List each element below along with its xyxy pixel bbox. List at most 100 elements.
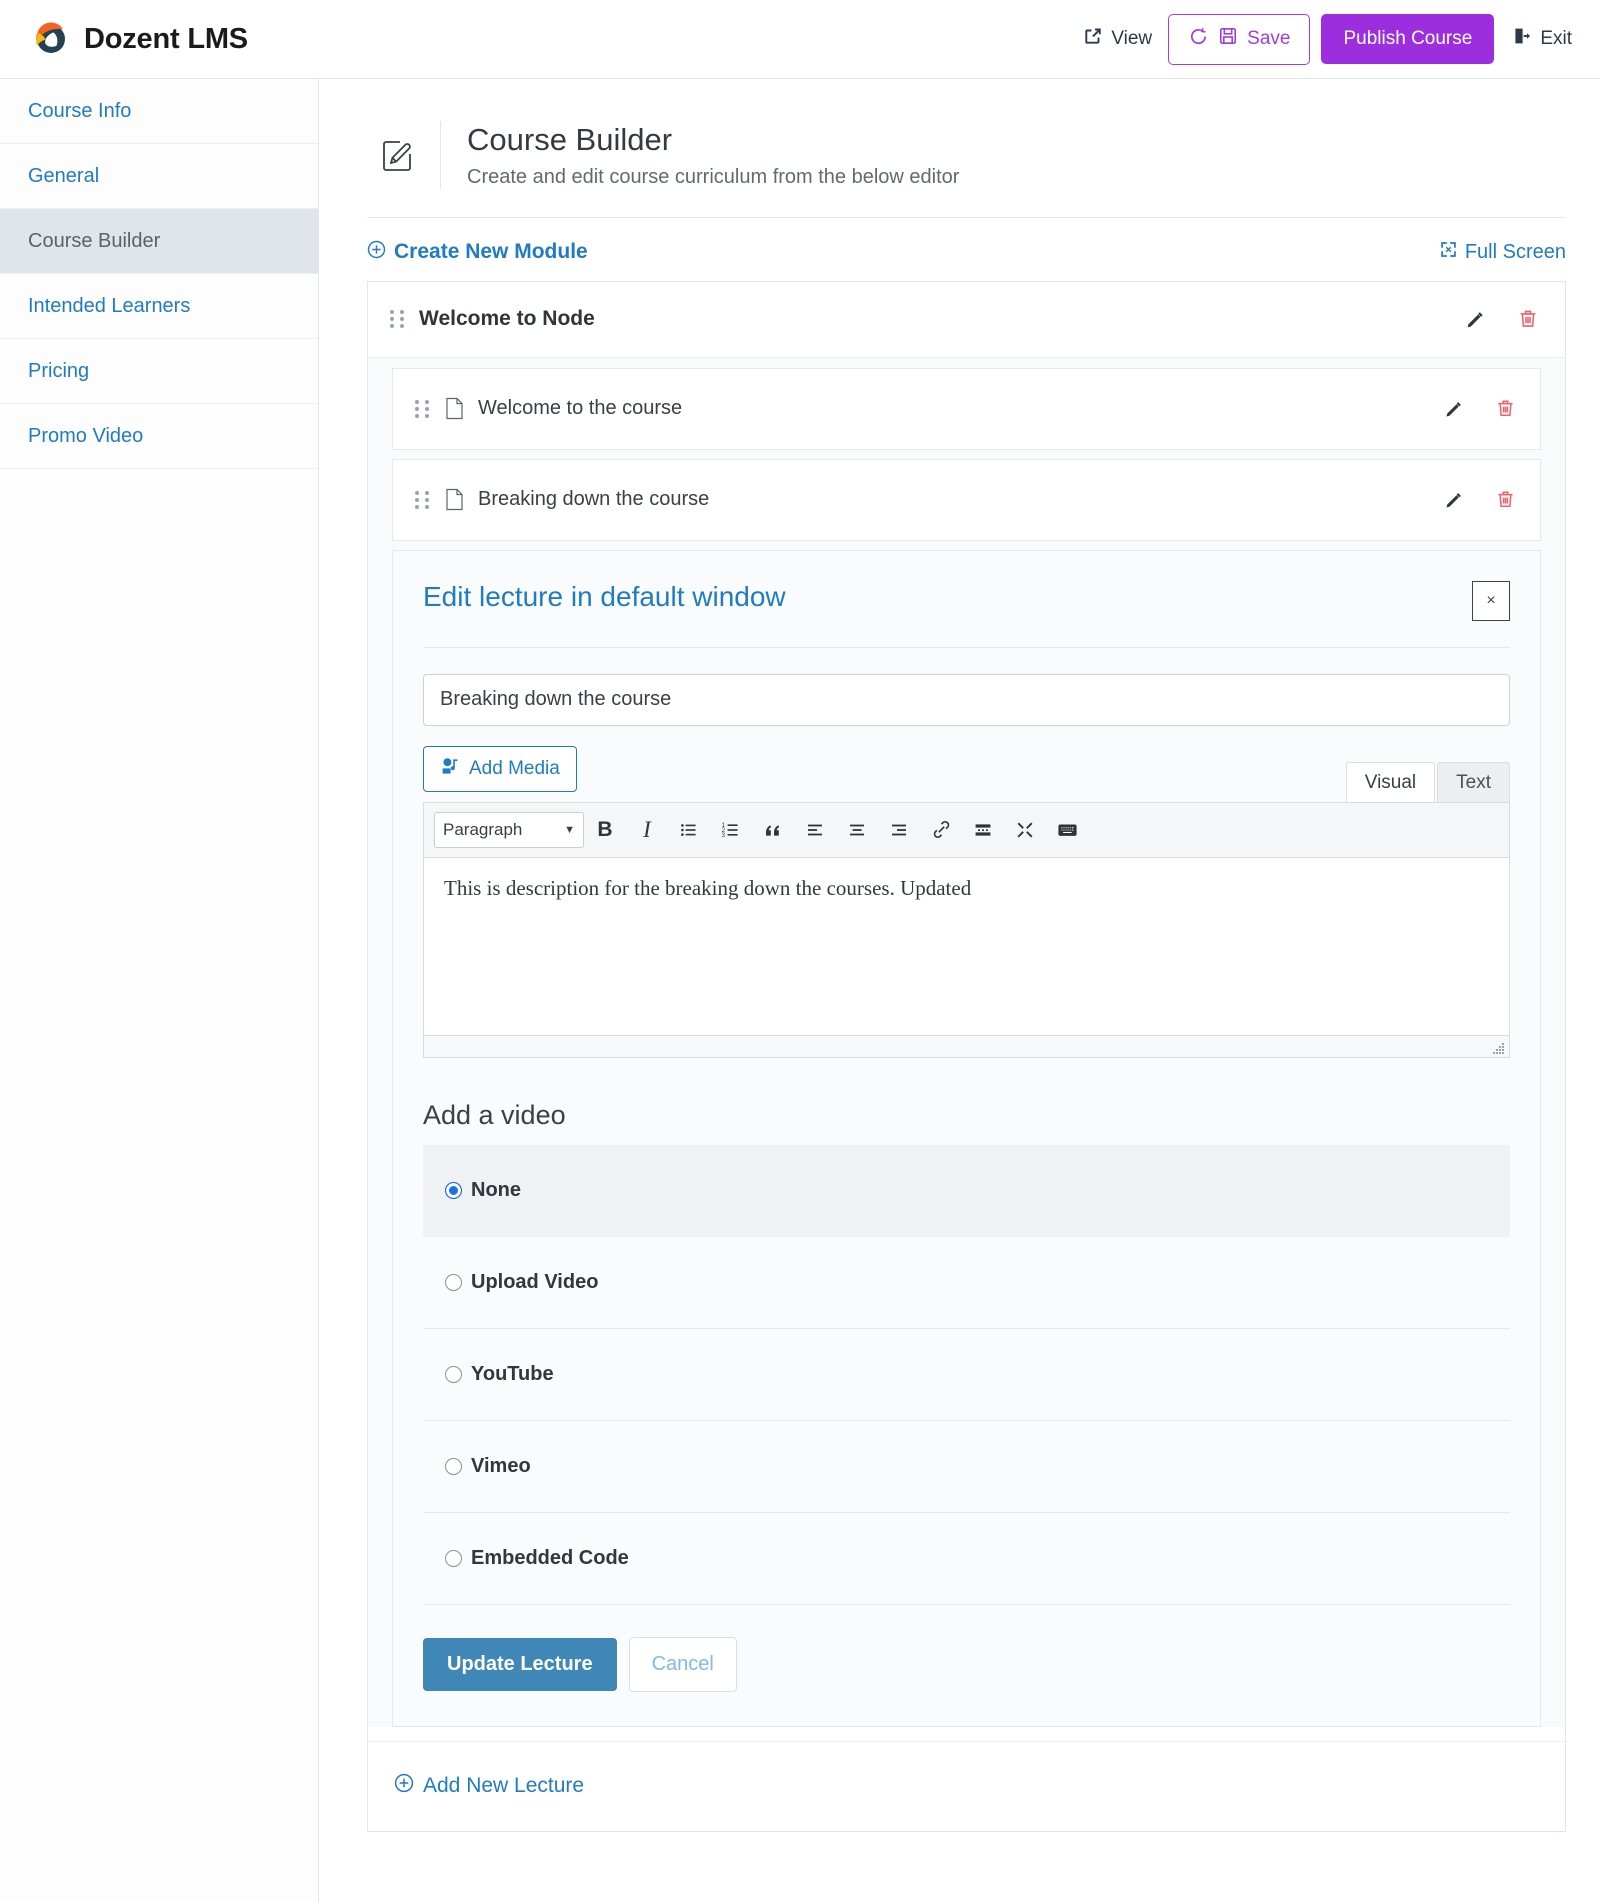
editor-mode-tabs: Visual Text [1345, 761, 1510, 802]
brand: Dozent LMS [32, 20, 248, 58]
lecture-row[interactable]: Welcome to the course [392, 367, 1541, 450]
update-lecture-button[interactable]: Update Lecture [423, 1637, 617, 1691]
exit-button[interactable]: Exit [1506, 18, 1578, 60]
radio-icon[interactable] [445, 1273, 462, 1291]
exit-label: Exit [1540, 28, 1572, 49]
distraction-free-icon[interactable] [1004, 811, 1046, 849]
lecture-title: Welcome to the course [478, 397, 683, 420]
header-actions: View Save Publish Course Exit [1077, 13, 1578, 65]
builder-action-row: Create New Module Full Screen [367, 218, 1566, 281]
video-option-label: Vimeo [471, 1454, 531, 1477]
save-button[interactable]: Save [1168, 13, 1311, 65]
plus-circle-icon [367, 240, 386, 265]
module-drag-handle-icon[interactable] [390, 310, 404, 329]
radio-icon[interactable] [445, 1457, 462, 1475]
lecture-title: Breaking down the course [478, 488, 710, 511]
edit-module-pencil-icon[interactable] [1465, 308, 1487, 330]
page-subtitle: Create and edit course curriculum from t… [467, 165, 960, 188]
insert-link-icon[interactable] [920, 811, 962, 849]
sidebar-item-pricing[interactable]: Pricing [0, 339, 318, 404]
expand-arrows-icon [1439, 240, 1458, 265]
edit-panel-header: Edit lecture in default window × [423, 580, 1510, 621]
panel-action-row: Update Lecture Cancel [423, 1636, 1510, 1692]
video-option-embedded-code[interactable]: Embedded Code [423, 1513, 1510, 1605]
editor-format-toolbar: Paragraph ▼ B I 1 2 3 [423, 802, 1510, 858]
sidebar-item-course-info[interactable]: Course Info [0, 79, 318, 144]
align-left-icon[interactable] [794, 811, 836, 849]
svg-text:3: 3 [722, 833, 726, 839]
video-source-radio-group: None Upload Video YouTube Vimeo Embedded… [423, 1144, 1510, 1605]
document-icon [445, 488, 464, 511]
edit-lecture-panel: Edit lecture in default window × Breakin… [392, 549, 1541, 1727]
floppy-disk-icon [1218, 26, 1238, 52]
sidebar-item-promo-video[interactable]: Promo Video [0, 404, 318, 469]
document-icon [445, 397, 464, 420]
block-format-select[interactable]: Paragraph ▼ [434, 811, 584, 848]
chevron-down-icon: ▼ [564, 823, 575, 836]
edit-panel-title: Edit lecture in default window [423, 580, 786, 612]
sidebar-item-course-builder[interactable]: Course Builder [0, 209, 318, 274]
add-media-button[interactable]: Add Media [423, 745, 577, 792]
bold-icon[interactable]: B [584, 811, 626, 849]
module-card: Welcome to Node Welcome to the course Br… [367, 280, 1566, 1832]
tab-text[interactable]: Text [1437, 761, 1510, 802]
page-header: Course Builder Create and edit course cu… [367, 79, 1566, 218]
full-screen-button[interactable]: Full Screen [1439, 240, 1566, 265]
lecture-drag-handle-icon[interactable] [415, 399, 429, 418]
editor-status-bar [423, 1035, 1510, 1058]
lecture-title-input[interactable] [423, 673, 1510, 726]
sidebar-item-intended-learners[interactable]: Intended Learners [0, 274, 318, 339]
dozent-logo-icon [32, 20, 70, 58]
add-new-lecture-button[interactable]: Add New Lecture [394, 1773, 584, 1799]
wp-editor: Add Media Visual Text Paragraph ▼ B I 1 … [423, 745, 1510, 1058]
video-option-none[interactable]: None [423, 1144, 1510, 1237]
create-new-module-button[interactable]: Create New Module [367, 240, 588, 265]
delete-module-trash-icon[interactable] [1517, 308, 1539, 330]
align-right-icon[interactable] [878, 811, 920, 849]
page-header-text: Course Builder Create and edit course cu… [441, 121, 959, 189]
radio-icon[interactable] [445, 1365, 462, 1383]
edit-square-pencil-icon [367, 121, 441, 189]
view-button[interactable]: View [1077, 18, 1168, 60]
sidebar-item-general[interactable]: General [0, 144, 318, 209]
radio-icon[interactable] [445, 1182, 462, 1200]
cancel-button[interactable]: Cancel [628, 1636, 737, 1692]
delete-lecture-trash-icon[interactable] [1495, 398, 1516, 419]
video-option-vimeo[interactable]: Vimeo [423, 1421, 1510, 1513]
edit-lecture-pencil-icon[interactable] [1444, 489, 1465, 510]
keyboard-shortcuts-icon[interactable] [1046, 811, 1088, 849]
brand-name: Dozent LMS [84, 22, 248, 55]
exit-door-icon [1512, 26, 1532, 52]
module-title: Welcome to Node [419, 307, 595, 331]
radio-icon[interactable] [445, 1549, 462, 1567]
tab-visual[interactable]: Visual [1345, 761, 1436, 802]
italic-icon[interactable]: I [626, 811, 668, 849]
module-row-actions [1465, 308, 1539, 330]
refresh-icon [1188, 26, 1209, 53]
video-option-upload-video[interactable]: Upload Video [423, 1237, 1510, 1329]
delete-lecture-trash-icon[interactable] [1495, 489, 1516, 510]
lecture-row[interactable]: Breaking down the course [392, 458, 1541, 541]
video-option-youtube[interactable]: YouTube [423, 1329, 1510, 1421]
module-body: Welcome to the course Breaking down the … [368, 357, 1565, 1727]
video-option-label: YouTube [471, 1362, 554, 1385]
align-center-icon[interactable] [836, 811, 878, 849]
view-label: View [1111, 28, 1153, 49]
editor-content-area[interactable]: This is description for the breaking dow… [423, 857, 1510, 1036]
video-option-label: Upload Video [471, 1270, 599, 1293]
add-video-section: Add a video None Upload Video YouTube Vi… [423, 1100, 1510, 1605]
edit-lecture-pencil-icon[interactable] [1444, 398, 1465, 419]
save-label: Save [1247, 28, 1291, 49]
resize-handle-icon[interactable] [1492, 1041, 1506, 1055]
insert-read-more-icon[interactable] [962, 811, 1004, 849]
video-option-label: None [471, 1179, 521, 1202]
editor-media-bar: Add Media Visual Text [423, 745, 1510, 803]
bulleted-list-icon[interactable] [668, 811, 710, 849]
close-icon[interactable]: × [1472, 580, 1510, 621]
lecture-row-actions [1444, 489, 1516, 510]
content-area: Course Builder Create and edit course cu… [319, 79, 1600, 1902]
blockquote-icon[interactable] [752, 811, 794, 849]
lecture-drag-handle-icon[interactable] [415, 490, 429, 509]
publish-course-button[interactable]: Publish Course [1321, 14, 1495, 64]
numbered-list-icon[interactable]: 1 2 3 [710, 811, 752, 849]
